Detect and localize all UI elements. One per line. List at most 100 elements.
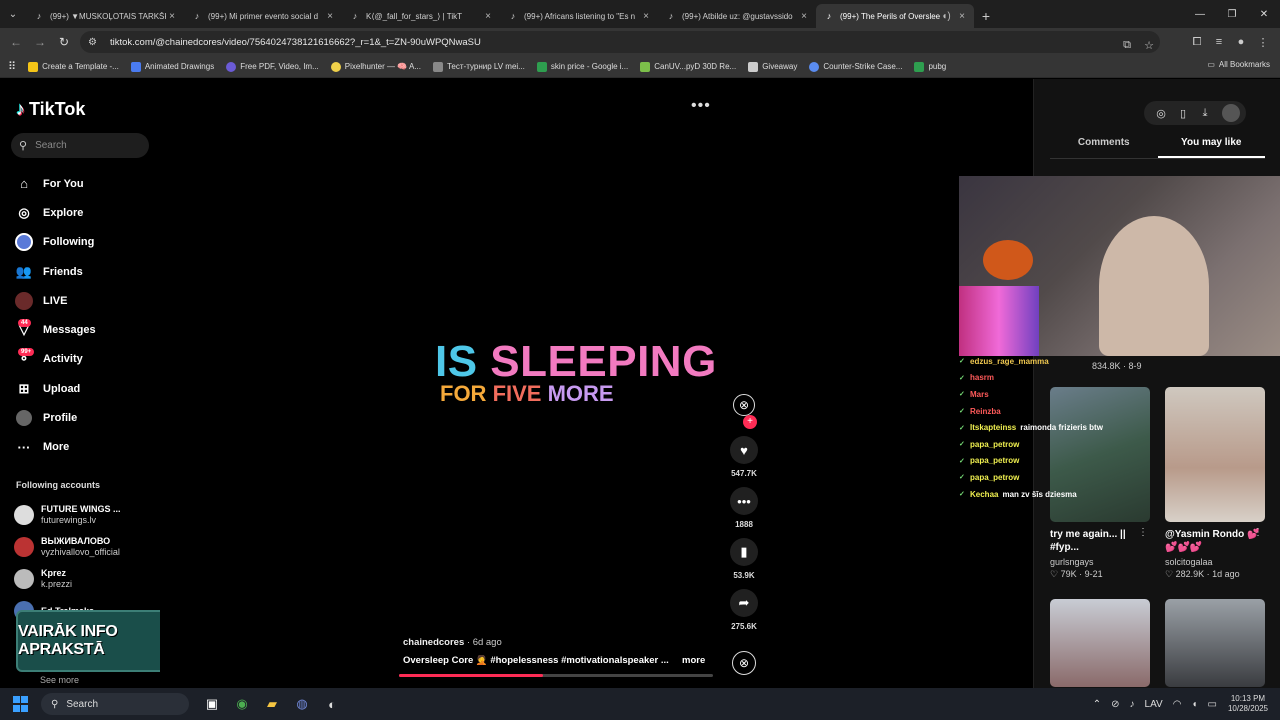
close-tab-icon[interactable]: × [640,11,652,22]
account-item[interactable]: FUTURE WINGS ... futurewings.lv [14,499,121,531]
sidebar-item-messages[interactable]: ▽ 44 Messages [14,315,96,344]
sidebar-item-activity[interactable]: ⚬ 99+ Activity [14,345,96,374]
restore-icon[interactable]: ❐ [1216,0,1248,28]
close-tab-icon[interactable]: × [798,11,810,22]
bookmark-item[interactable]: Giveaway [748,61,797,72]
microphone-icon[interactable]: ♪ [1130,699,1135,710]
sidebar-item-upload[interactable]: ⊞ Upload [14,374,96,403]
follow-plus-icon[interactable]: + [743,415,757,429]
back-button[interactable]: ← [4,30,28,54]
sidebar-item-profile[interactable]: Profile [14,403,96,432]
comment-icon[interactable]: ••• [730,487,758,515]
network-icon[interactable]: ⊘ [1111,699,1119,710]
close-tab-icon[interactable]: × [956,11,968,22]
bookmark-icon[interactable]: ▮ [730,538,758,566]
tray-overflow-icon[interactable]: ⌃ [1093,699,1101,710]
taskbar-search[interactable]: ⚲ Search [41,693,189,715]
comment-action[interactable]: ••• 1888 [728,487,760,530]
url-field[interactable]: ⚙ tiktok.com/@chainedcores/video/7564024… [80,31,1160,53]
sidebar-item-explore[interactable]: ◎ Explore [14,198,96,227]
phone-icon[interactable]: ▯ [1172,107,1194,120]
chrome-icon[interactable]: ◉ [227,690,257,718]
like-action[interactable]: ♥ 547.7K [728,436,760,479]
video-author[interactable]: chainedcores · 6d ago [403,637,502,648]
site-info-icon[interactable]: ⚙ [88,37,102,48]
sidebar-item-more[interactable]: ··· More [14,433,96,462]
bookmark-item[interactable]: Animated Drawings [130,61,214,72]
apps-grid-icon[interactable]: ⠿ [8,60,16,73]
discord-icon[interactable]: ◍ [287,690,317,718]
browser-tab[interactable]: ♪ (99+) ▼MUSKOĻOTAIS TARKŠĶ × [26,4,184,28]
battery-icon[interactable]: ▭ [1208,699,1217,710]
minimize-icon[interactable]: — [1184,0,1216,28]
bookmark-item[interactable]: Counter-Strike Case... [809,61,902,72]
install-app-icon[interactable]: ⧉ [1116,35,1138,55]
sidebar-item-for-you[interactable]: ⌂ For You [14,169,96,198]
tab-search-button[interactable]: ⌄ [0,0,26,28]
description-more-button[interactable]: more [682,655,705,666]
windows-start-icon[interactable] [13,696,29,712]
volume-icon[interactable]: ◖ [1191,699,1197,710]
more-options-icon[interactable]: ••• [691,97,711,115]
forward-button[interactable]: → [28,30,52,54]
browser-tab[interactable]: ♪ (99+) Atbilde uz: @gustavssido × [658,4,816,28]
bookmark-item[interactable]: Free PDF, Video, Im... [226,61,319,72]
task-view-icon[interactable]: ▣ [197,690,227,718]
video-card[interactable] [1050,599,1150,687]
bookmark-item[interactable]: CanUV...pyD 30D Re... [640,61,736,72]
video-thumbnail[interactable] [1165,387,1265,522]
obs-icon[interactable]: ◐ [317,690,347,718]
download-icon[interactable]: ⤓ [1194,107,1216,120]
video-card[interactable] [1165,599,1265,687]
compass-icon[interactable]: ◎ [1150,107,1172,120]
close-window-icon[interactable]: ✕ [1248,0,1280,28]
see-more-link[interactable]: See more [40,675,79,685]
video-progress-bar[interactable] [399,674,713,677]
language-indicator[interactable]: LAV [1145,699,1163,710]
close-tab-icon[interactable]: × [166,11,178,22]
video-card[interactable]: @Yasmin Rondo 💕💕💕💕 solcitogalaa ♡ 282.9K… [1165,387,1265,580]
bookmark-item[interactable]: skin price - Google i... [536,61,628,72]
video-thumbnail[interactable] [1165,599,1265,687]
tiktok-logo[interactable]: ♪ TikTok [16,99,85,120]
video-thumbnail[interactable] [1050,599,1150,687]
sidebar-item-following[interactable]: Following [14,228,96,257]
browser-tab[interactable]: ♪ (99+) Africans listening to "Es n × [500,4,658,28]
extensions-icon[interactable]: ⧠ [1186,32,1208,52]
heart-icon[interactable]: ♥ [730,436,758,464]
speaker-icon[interactable]: ◖) [940,11,952,22]
video-player[interactable]: ••• IS SLEEPING FOR FIVE MORE ⊗ + ♥ 547.7K… [160,79,1033,688]
browser-tab[interactable]: ♪ K⟨@_fall_for_stars_⟩ | TikT × [342,4,500,28]
browser-tab-active[interactable]: ♪ (99+) The Perils of Oversleep ◖) × [816,4,974,28]
share-action[interactable]: ➦ 275.6K [728,589,760,632]
bookmark-item[interactable]: Pixelhunter — 🧠 A... [330,61,421,72]
file-explorer-icon[interactable]: ▰ [257,690,287,718]
creator-avatar[interactable]: ⊗ + [733,394,757,429]
account-item[interactable]: Kprez k.prezzi [14,563,121,595]
share-icon[interactable]: ➦ [730,589,758,617]
profile-avatar-icon[interactable]: ● [1230,32,1252,52]
bookmark-star-icon[interactable]: ☆ [1138,35,1160,55]
music-disc-icon[interactable]: ⊗ [732,651,756,675]
sidebar-item-live[interactable]: LIVE [14,286,96,315]
all-bookmarks-button[interactable]: ▭ All Bookmarks [1207,60,1270,69]
tab-comments[interactable]: Comments [1050,137,1158,158]
save-action[interactable]: ▮ 53.9K [728,538,760,581]
browser-tab[interactable]: ♪ (99+) Mi primer evento social d × [184,4,342,28]
search-input[interactable]: ⚲ Search [11,133,149,158]
card-menu-icon[interactable]: ⋮ [1138,527,1148,538]
media-controls-icon[interactable]: ≡ [1208,32,1230,52]
profile-avatar[interactable] [1222,104,1240,122]
bookmark-item[interactable]: Create a Template -... [28,61,119,72]
bookmark-item[interactable]: pubg [914,61,946,72]
card-menu-icon[interactable]: ⋮ [1253,527,1263,538]
reload-button[interactable]: ↻ [52,30,76,54]
bookmark-item[interactable]: Тест-турнир LV mei... [432,61,525,72]
sidebar-item-friends[interactable]: 👥 Friends [14,257,96,286]
close-tab-icon[interactable]: × [324,11,336,22]
wifi-icon[interactable]: ◠ [1173,699,1182,710]
account-item[interactable]: ВЫЖИВАЛОВО vyzhivallovo_official [14,531,121,563]
taskbar-clock[interactable]: 10:13 PM 10/28/2025 [1228,694,1268,714]
chrome-menu-icon[interactable]: ⋮ [1252,32,1274,52]
tab-you-may-like[interactable]: You may like [1157,137,1265,158]
